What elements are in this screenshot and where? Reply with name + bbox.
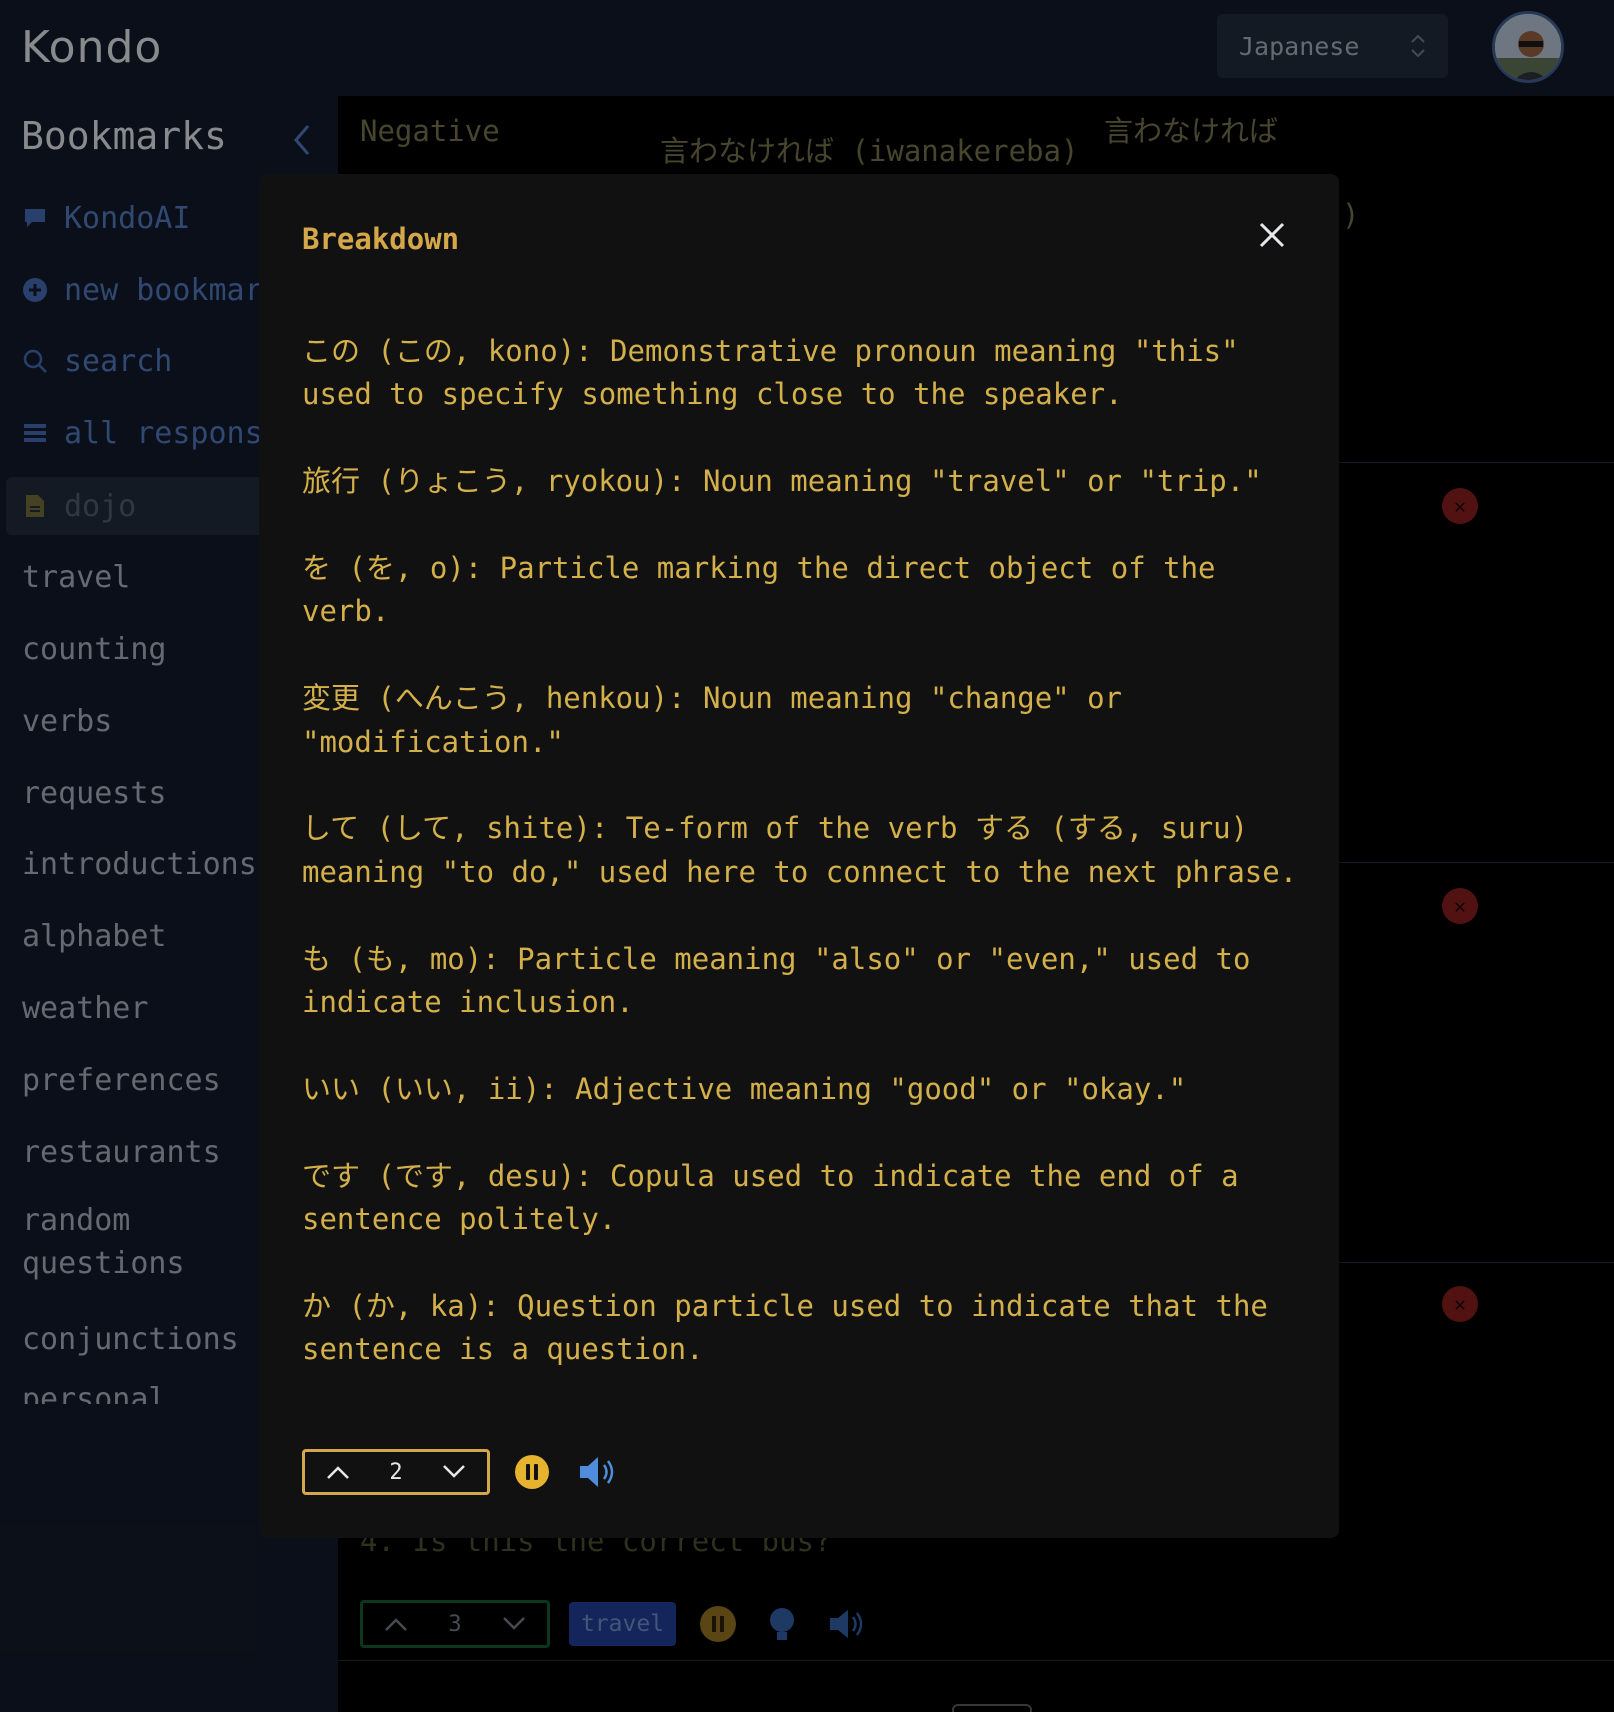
pause-icon[interactable] (514, 1454, 550, 1490)
close-icon[interactable] (1257, 220, 1287, 250)
breakdown-entry: して (して, shite): Te-form of the verb する (… (302, 811, 1298, 889)
speaker-icon[interactable] (576, 1452, 620, 1492)
level-stepper[interactable]: 2 (302, 1449, 490, 1495)
breakdown-entry: か (か, ka): Question particle used to ind… (302, 1288, 1268, 1367)
breakdown-entry: を (を, o): Particle marking the direct ob… (302, 551, 1216, 629)
breakdown-entry: いい (いい, ii): Adjective meaning "good" or… (302, 1071, 1187, 1106)
chevron-down-icon[interactable] (440, 1462, 468, 1482)
breakdown-list: この (この, kono): Demonstrative pronoun mea… (302, 330, 1302, 1415)
breakdown-entry: です (です, desu): Copula used to indicate t… (302, 1158, 1239, 1237)
modal-controls: 2 (302, 1448, 620, 1496)
breakdown-entry: 旅行 (りょこう, ryokou): Noun meaning "travel"… (302, 464, 1262, 499)
app-root: Kondo Japanese Bookmarks KondoAI new boo… (0, 0, 1614, 1712)
breakdown-entry: 変更 (へんこう, henkou): Noun meaning "change"… (302, 681, 1123, 759)
modal-title: Breakdown (302, 222, 460, 256)
chevron-up-icon[interactable] (324, 1462, 352, 1482)
breakdown-modal: Breakdown この (この, kono): Demonstrative p… (259, 174, 1339, 1538)
breakdown-entry: も (も, mo): Particle meaning "also" or "e… (302, 941, 1251, 1020)
breakdown-entry: この (この, kono): Demonstrative pronoun mea… (302, 334, 1239, 412)
level-stepper-value: 2 (389, 1459, 403, 1485)
